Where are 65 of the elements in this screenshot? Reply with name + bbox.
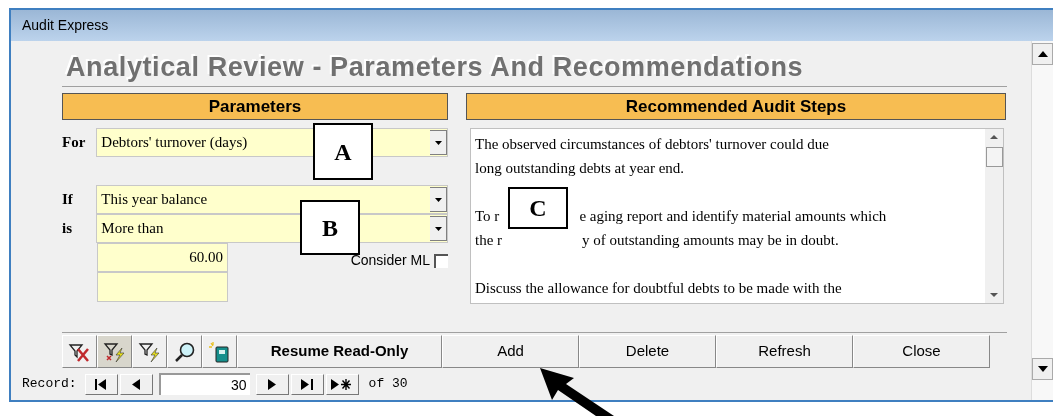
caret-icon [434, 226, 442, 231]
scrollbar-thumb[interactable] [985, 147, 1003, 167]
first-record-button[interactable] [84, 373, 118, 395]
scroll-down-icon [1037, 366, 1048, 372]
field-label: If [62, 190, 74, 210]
section-header: Parameters [62, 93, 448, 120]
tool-button[interactable] [167, 335, 202, 368]
checkbox-label: Consider ML [350, 252, 430, 268]
text-fragment: the r [475, 231, 503, 250]
text-line: The observed circumstances of debtors' turnover could due [475, 135, 830, 154]
dropdown-button[interactable] [430, 130, 447, 155]
form-button[interactable]: Resume Read-Only [237, 335, 442, 368]
record-label: Record: [22, 375, 77, 394]
new-book-icon [207, 340, 232, 363]
caret-icon [434, 197, 442, 202]
next-icon [268, 378, 277, 390]
form-button[interactable]: Close [853, 335, 990, 368]
field-label: For [62, 133, 87, 153]
previous-record-button[interactable] [119, 373, 153, 395]
new-record-icon [331, 378, 354, 390]
tool-button[interactable] [132, 335, 167, 368]
dropdown-button[interactable] [430, 187, 447, 212]
text-fragment: y of outstanding amounts may be in doubt. [582, 231, 839, 250]
text-fragment: To r [475, 207, 500, 226]
window-title: Audit Express [22, 16, 109, 35]
consider-ml-checkbox[interactable] [434, 254, 448, 268]
text-line: Discuss the allowance for doubtful debts to be made with the [475, 279, 843, 298]
filter-lightning-icon [102, 340, 127, 363]
dropdown-value: More than [101, 219, 164, 239]
text-fragment: e aging report and identify material amounts which [579, 207, 887, 226]
text-area[interactable] [470, 128, 1004, 304]
pressed-tool-button[interactable] [97, 335, 132, 368]
scroll-down-button[interactable] [1032, 358, 1053, 380]
callout-tooltip: B [300, 200, 360, 255]
tool-button[interactable] [62, 335, 97, 368]
tool-button[interactable] [202, 335, 237, 368]
scroll-down-icon [990, 293, 998, 297]
dropdown-field[interactable]: This year balance [96, 185, 448, 214]
amount-field[interactable]: 60.00 [97, 243, 228, 272]
last-record-button[interactable] [290, 373, 324, 395]
record-count: of 30 [368, 375, 408, 394]
input-field[interactable] [97, 272, 228, 302]
form-button[interactable]: Refresh [716, 335, 853, 368]
scroll-up-button[interactable] [1032, 43, 1053, 65]
section-header: Recommended Audit Steps [466, 93, 1006, 120]
form-heading: Analytical Review - Parameters And Recommendations [65, 51, 804, 83]
first-icon [95, 378, 108, 390]
next-record-button[interactable] [255, 373, 289, 395]
dropdown-value: Debtors' turnover (days) [101, 133, 248, 153]
dropdown-value: This year balance [101, 190, 208, 210]
form-button[interactable]: Delete [579, 335, 716, 368]
scroll-up-icon [1037, 51, 1048, 57]
scroll-up-icon [990, 135, 998, 139]
callout-tooltip: A [313, 123, 373, 180]
last-icon [301, 378, 314, 390]
caret-icon [434, 140, 442, 145]
previous-icon [132, 378, 141, 390]
text-line: long outstanding debts at year end. [475, 159, 686, 178]
filter-lightning-icon [137, 340, 162, 363]
callout-tooltip: C [508, 187, 568, 229]
dropdown-button[interactable] [430, 216, 447, 241]
record-number-field[interactable]: 30 [158, 373, 250, 395]
field-label: is [62, 219, 73, 239]
form-button[interactable]: Add [442, 335, 579, 368]
new-record-button[interactable] [325, 373, 359, 395]
